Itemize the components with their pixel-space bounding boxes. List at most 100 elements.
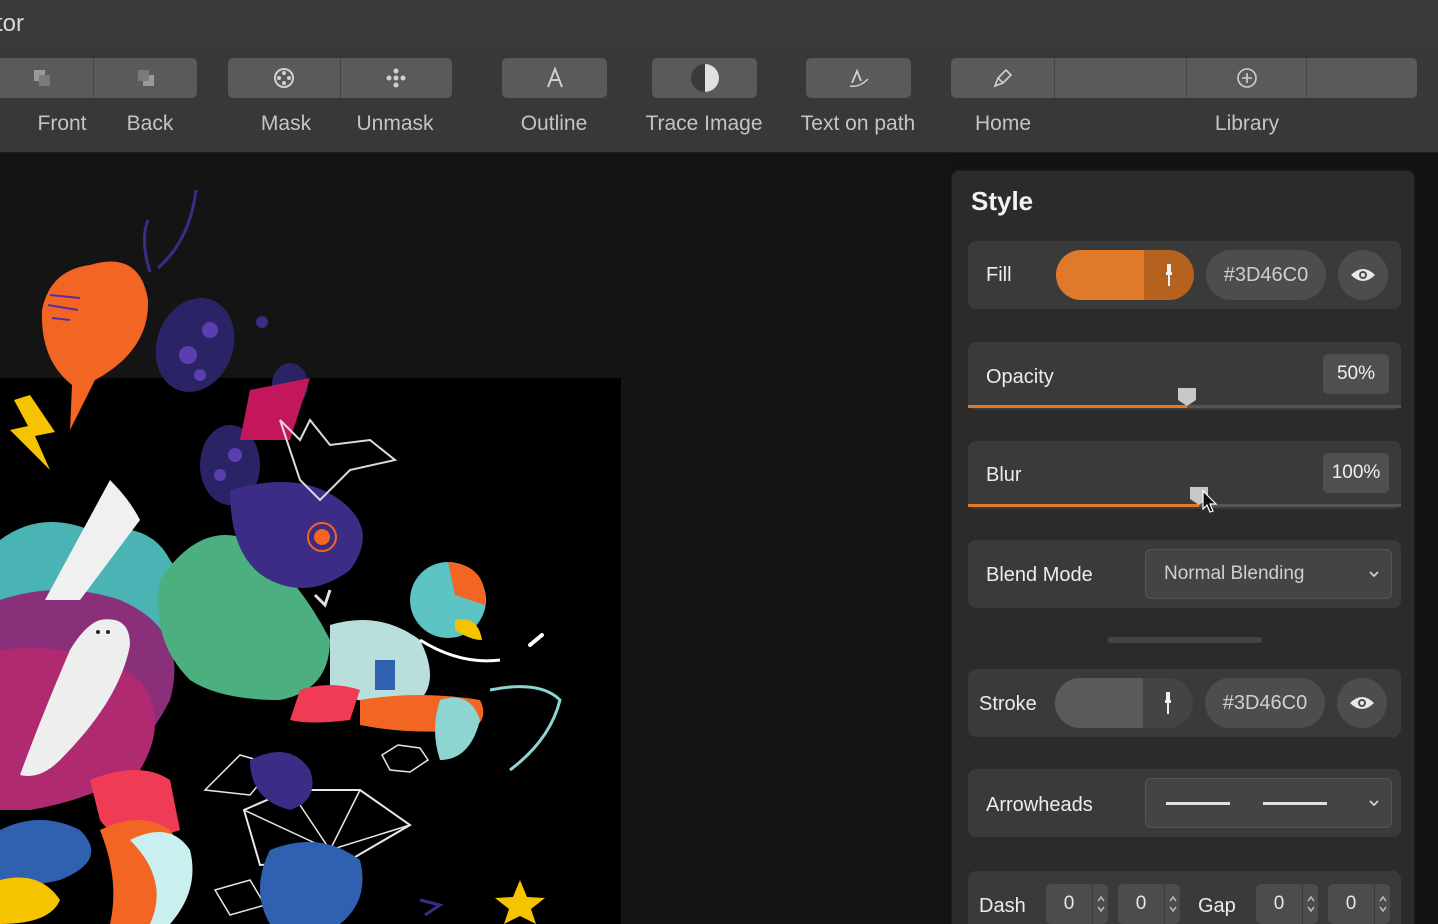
stroke-swatch[interactable] [1055,678,1143,728]
opacity-slider-knob[interactable] [1177,387,1197,407]
blend-mode-value: Normal Blending [1164,563,1305,584]
fill-eyedropper-button[interactable] [1144,250,1194,300]
blur-slider-fill [968,504,1199,507]
opacity-slider-fill [968,405,1187,408]
arrange-group [0,58,197,98]
add-circle-icon [1236,68,1257,88]
mask-label: Mask [260,112,312,135]
arrowhead-end-line [1263,802,1327,805]
dash-gap-row: Dash 0 0 Gap 0 0 [968,871,1401,924]
home-button[interactable] [951,58,1055,98]
nav-group [951,58,1417,98]
opacity-label: Opacity [986,366,1054,388]
cursor-icon [1202,490,1218,513]
eye-icon [1350,697,1374,709]
gap-label: Gap [1198,895,1236,917]
unmask-button[interactable] [341,58,453,98]
opacity-value[interactable]: 50% [1323,354,1389,394]
toolbar: Front Back Mask Unmask Outline Trace Ima… [0,48,1438,153]
bring-front-icon [33,70,50,86]
blend-mode-label: Blend Mode [986,564,1093,586]
library-label: Library [1214,112,1280,135]
panel-title: Style [971,186,1034,216]
arrowheads-select[interactable] [1145,778,1392,828]
empty-button[interactable] [1055,58,1187,98]
opacity-row: Opacity 50% [968,342,1401,410]
stepper-arrows-icon [1306,895,1315,913]
stroke-color-picker[interactable] [1055,678,1193,728]
eyedropper-icon [1166,264,1172,286]
outline-text-icon [546,67,563,88]
eyedropper-icon [1165,692,1171,714]
style-panel: Style Fill #3D46C0 Opacity 50% Blur 100%… [951,170,1415,924]
send-back-icon [137,70,154,86]
fill-hex-field[interactable]: #3D46C0 [1206,250,1326,300]
illustration[interactable] [0,153,950,924]
gap-value: 0 [1273,893,1285,914]
text-path-group [806,58,911,98]
trace-image-icon [690,64,719,92]
dash-stepper-2[interactable]: 0 [1118,884,1180,924]
arrowheads-row: Arrowheads [968,769,1401,837]
home-label: Home [974,112,1032,135]
stepper-arrows-icon [1096,895,1105,913]
outline-label: Outline [520,112,588,135]
back-button[interactable] [94,58,197,98]
blur-row: Blur 100% [968,441,1401,513]
arrowheads-label: Arrowheads [986,794,1093,816]
stroke-hex-field[interactable]: #3D46C0 [1205,678,1325,728]
dash-stepper[interactable]: 0 [1046,884,1108,924]
trace-group [652,58,757,98]
stroke-eyedropper-button[interactable] [1143,678,1193,728]
arrowhead-start-line [1166,802,1230,805]
trace-image-button[interactable] [652,58,757,98]
dash-value-2: 0 [1135,893,1147,914]
fill-row: Fill #3D46C0 [968,241,1401,309]
trace-image-label: Trace Image [645,112,763,135]
text-on-path-icon [849,68,869,88]
fill-color-picker[interactable] [1056,250,1194,300]
gap-stepper-2[interactable]: 0 [1328,884,1390,924]
stroke-label: Stroke [979,693,1037,715]
blend-mode-select[interactable]: Normal Blending [1145,549,1392,599]
stepper-arrows-icon [1378,895,1387,913]
gap-stepper-arrows[interactable] [1302,884,1318,924]
canvas-area[interactable] [0,153,950,924]
unmask-label: Unmask [356,112,434,135]
mask-button[interactable] [228,58,341,98]
blur-label: Blur [986,464,1022,486]
panel-divider-handle[interactable] [1107,637,1262,643]
back-label: Back [126,112,174,135]
eye-icon [1351,269,1375,281]
stroke-row: Stroke #3D46C0 [968,669,1401,737]
fill-visibility-toggle[interactable] [1338,250,1388,300]
chevron-down-icon [1369,800,1379,807]
dash-stepper-2-arrows[interactable] [1164,884,1180,924]
dash-stepper-arrows[interactable] [1092,884,1108,924]
outline-group [502,58,607,98]
gap-value-2: 0 [1345,893,1357,914]
stroke-visibility-toggle[interactable] [1337,678,1387,728]
front-button[interactable] [0,58,94,98]
dash-value: 0 [1063,893,1075,914]
fill-label: Fill [986,264,1012,286]
outline-button[interactable] [502,58,607,98]
blend-mode-row: Blend Mode Normal Blending [968,540,1401,608]
gap-stepper[interactable]: 0 [1256,884,1318,924]
text-on-path-label: Text on path [800,112,916,135]
text-on-path-button[interactable] [806,58,911,98]
unmask-icon [386,68,406,88]
blur-value[interactable]: 100% [1323,453,1389,493]
library-button[interactable] [1187,58,1307,98]
mask-icon [273,68,294,88]
mask-group [228,58,452,98]
fill-swatch[interactable] [1056,250,1144,300]
window-title: tor [0,10,25,37]
gap-stepper-2-arrows[interactable] [1374,884,1390,924]
chevron-down-icon [1369,571,1379,578]
stepper-arrows-icon [1168,895,1177,913]
front-label: Front [37,112,87,135]
dash-label: Dash [979,895,1026,917]
extra-button[interactable] [1307,58,1417,98]
brush-icon [993,68,1012,88]
